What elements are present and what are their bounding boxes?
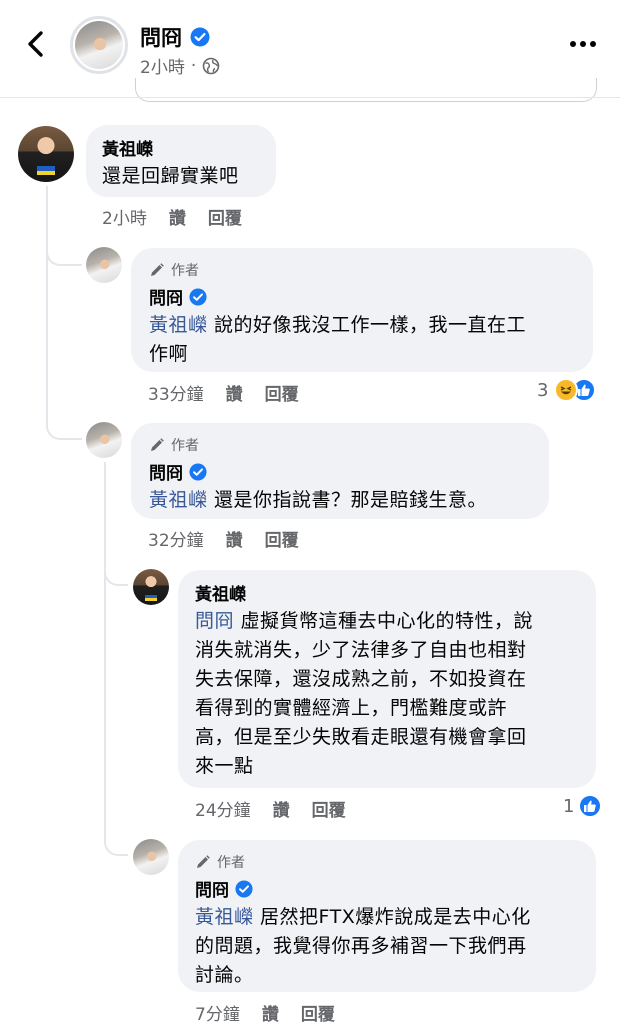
comment-text-line: 討論。 [195, 964, 254, 986]
like-button[interactable]: 讚 [169, 204, 186, 229]
pencil-icon [151, 263, 164, 276]
previous-comment-input-edge [135, 78, 597, 102]
page-avatar[interactable] [70, 16, 128, 74]
comment-bubble: 作者 問冏 黃祖嶸 還是你指說書？那是賠錢生意。 [131, 423, 549, 519]
like-button[interactable]: 讚 [226, 526, 243, 551]
comment-text-line: 來一點 [195, 755, 254, 777]
thread-connector [104, 560, 128, 586]
commenter-name[interactable]: 問冏 [195, 876, 229, 901]
back-button[interactable] [18, 26, 54, 62]
commenter-name[interactable]: 問冏 [149, 284, 183, 309]
reply-button[interactable]: 回覆 [312, 796, 346, 821]
commenter-avatar[interactable] [86, 422, 122, 458]
comment-time[interactable]: 33分鐘 [148, 380, 204, 405]
author-tag-label: 作者 [171, 263, 199, 279]
commenter-name[interactable]: 黃祖嶸 [195, 580, 579, 605]
verified-badge-icon [189, 287, 207, 306]
author-tag-label: 作者 [217, 855, 245, 871]
reaction-summary[interactable]: 1 [563, 794, 603, 818]
commenter-avatar[interactable] [86, 247, 122, 283]
meta-separator: · [190, 55, 197, 76]
mention-link[interactable]: 問冏 [195, 610, 234, 632]
comment-text-line: 作啊 [149, 343, 189, 365]
comment-time[interactable]: 24分鐘 [195, 796, 251, 821]
comment-text-line: 居然把FTX爆炸說成是去中心化 [253, 906, 531, 928]
comment-text: 問冏 虛擬貨幣這種去中心化的特性，說 消失就消失，少了法律多了自由也相對 失去保… [195, 607, 579, 781]
mention-link[interactable]: 黃祖嶸 [149, 314, 208, 336]
comment-time[interactable]: 7分鐘 [195, 1000, 240, 1024]
page-name[interactable]: 問冏 [140, 22, 182, 52]
comment-text-line: 看得到的實體經濟上，門檻難度或許 [195, 697, 508, 719]
like-button[interactable]: 讚 [226, 380, 243, 405]
comment-bubble: 作者 問冏 黃祖嶸 居然把FTX爆炸說成是去中心化 的問題，我覺得你再多補習一下… [178, 840, 596, 992]
like-button[interactable]: 讚 [262, 1000, 279, 1024]
post-time[interactable]: 2小時 [140, 53, 185, 78]
like-reaction-icon [578, 794, 603, 818]
comment-time[interactable]: 32分鐘 [148, 526, 204, 551]
header-divider [0, 97, 620, 98]
reaction-count: 3 [537, 379, 549, 401]
globe-icon [202, 57, 220, 74]
pencil-icon [197, 855, 210, 868]
thread-line-nested [104, 462, 106, 832]
author-tag-label: 作者 [171, 438, 199, 454]
ukraine-flag-icon [145, 594, 157, 601]
haha-reaction-icon [554, 378, 579, 402]
reply-button[interactable]: 回覆 [265, 526, 299, 551]
comment-time[interactable]: 2小時 [102, 204, 147, 229]
mention-link[interactable]: 黃祖嶸 [149, 489, 208, 511]
reply-button[interactable]: 回覆 [265, 380, 299, 405]
comment-text: 黃祖嶸 說的好像我沒工作一樣，我一直在工 作啊 [149, 311, 575, 369]
commenter-name[interactable]: 黃祖嶸 [102, 135, 260, 160]
post-header: 問冏 2小時 · [0, 0, 620, 102]
comment-text-line: 失去保障，還沒成熟之前，不如投資在 [195, 668, 527, 690]
pencil-icon [151, 438, 164, 451]
comment-text-line: 虛擬貨幣這種去中心化的特性，說 [234, 610, 534, 632]
thread-connector [46, 414, 82, 440]
thread-connector [104, 830, 128, 856]
ellipsis-icon [570, 41, 596, 47]
comment-text: 黃祖嶸 居然把FTX爆炸說成是去中心化 的問題，我覺得你再多補習一下我們再 討論… [195, 903, 579, 990]
mention-link[interactable]: 黃祖嶸 [195, 906, 254, 928]
thread-connector [46, 240, 82, 266]
more-options-button[interactable] [568, 34, 598, 54]
comment-text-line: 的問題，我覺得你再多補習一下我們再 [195, 935, 527, 957]
commenter-avatar[interactable] [133, 569, 169, 605]
reply-button[interactable]: 回覆 [301, 1000, 335, 1024]
commenter-avatar[interactable] [18, 126, 74, 182]
reply-button[interactable]: 回覆 [208, 204, 242, 229]
chevron-left-icon [28, 31, 43, 57]
comment-text-line: 高，但是至少失敗看走眼還有機會拿回 [195, 726, 527, 748]
commenter-avatar[interactable] [133, 839, 169, 875]
comment-text-line: 消失就消失，少了法律多了自由也相對 [195, 639, 527, 661]
comment-text: 黃祖嶸 還是你指說書？那是賠錢生意。 [149, 486, 531, 515]
comment-text: 還是回歸實業吧 [102, 165, 239, 187]
verified-badge-icon [190, 27, 210, 47]
like-button[interactable]: 讚 [273, 796, 290, 821]
reaction-summary[interactable]: 3 [537, 378, 597, 402]
verified-badge-icon [189, 462, 207, 481]
comment-text-line: 還是你指說書？那是賠錢生意。 [207, 489, 488, 511]
reaction-count: 1 [563, 795, 575, 817]
ukraine-flag-icon [37, 166, 55, 176]
comment-bubble: 黃祖嶸 問冏 虛擬貨幣這種去中心化的特性，說 消失就消失，少了法律多了自由也相對… [178, 570, 596, 788]
comment-text-line: 說的好像我沒工作一樣，我一直在工 [207, 314, 527, 336]
comment-bubble: 作者 問冏 黃祖嶸 說的好像我沒工作一樣，我一直在工 作啊 [131, 248, 593, 372]
commenter-name[interactable]: 問冏 [149, 459, 183, 484]
comment-bubble: 黃祖嶸 還是回歸實業吧 [86, 125, 276, 197]
verified-badge-icon [235, 879, 253, 898]
thread-line-main [46, 186, 48, 426]
